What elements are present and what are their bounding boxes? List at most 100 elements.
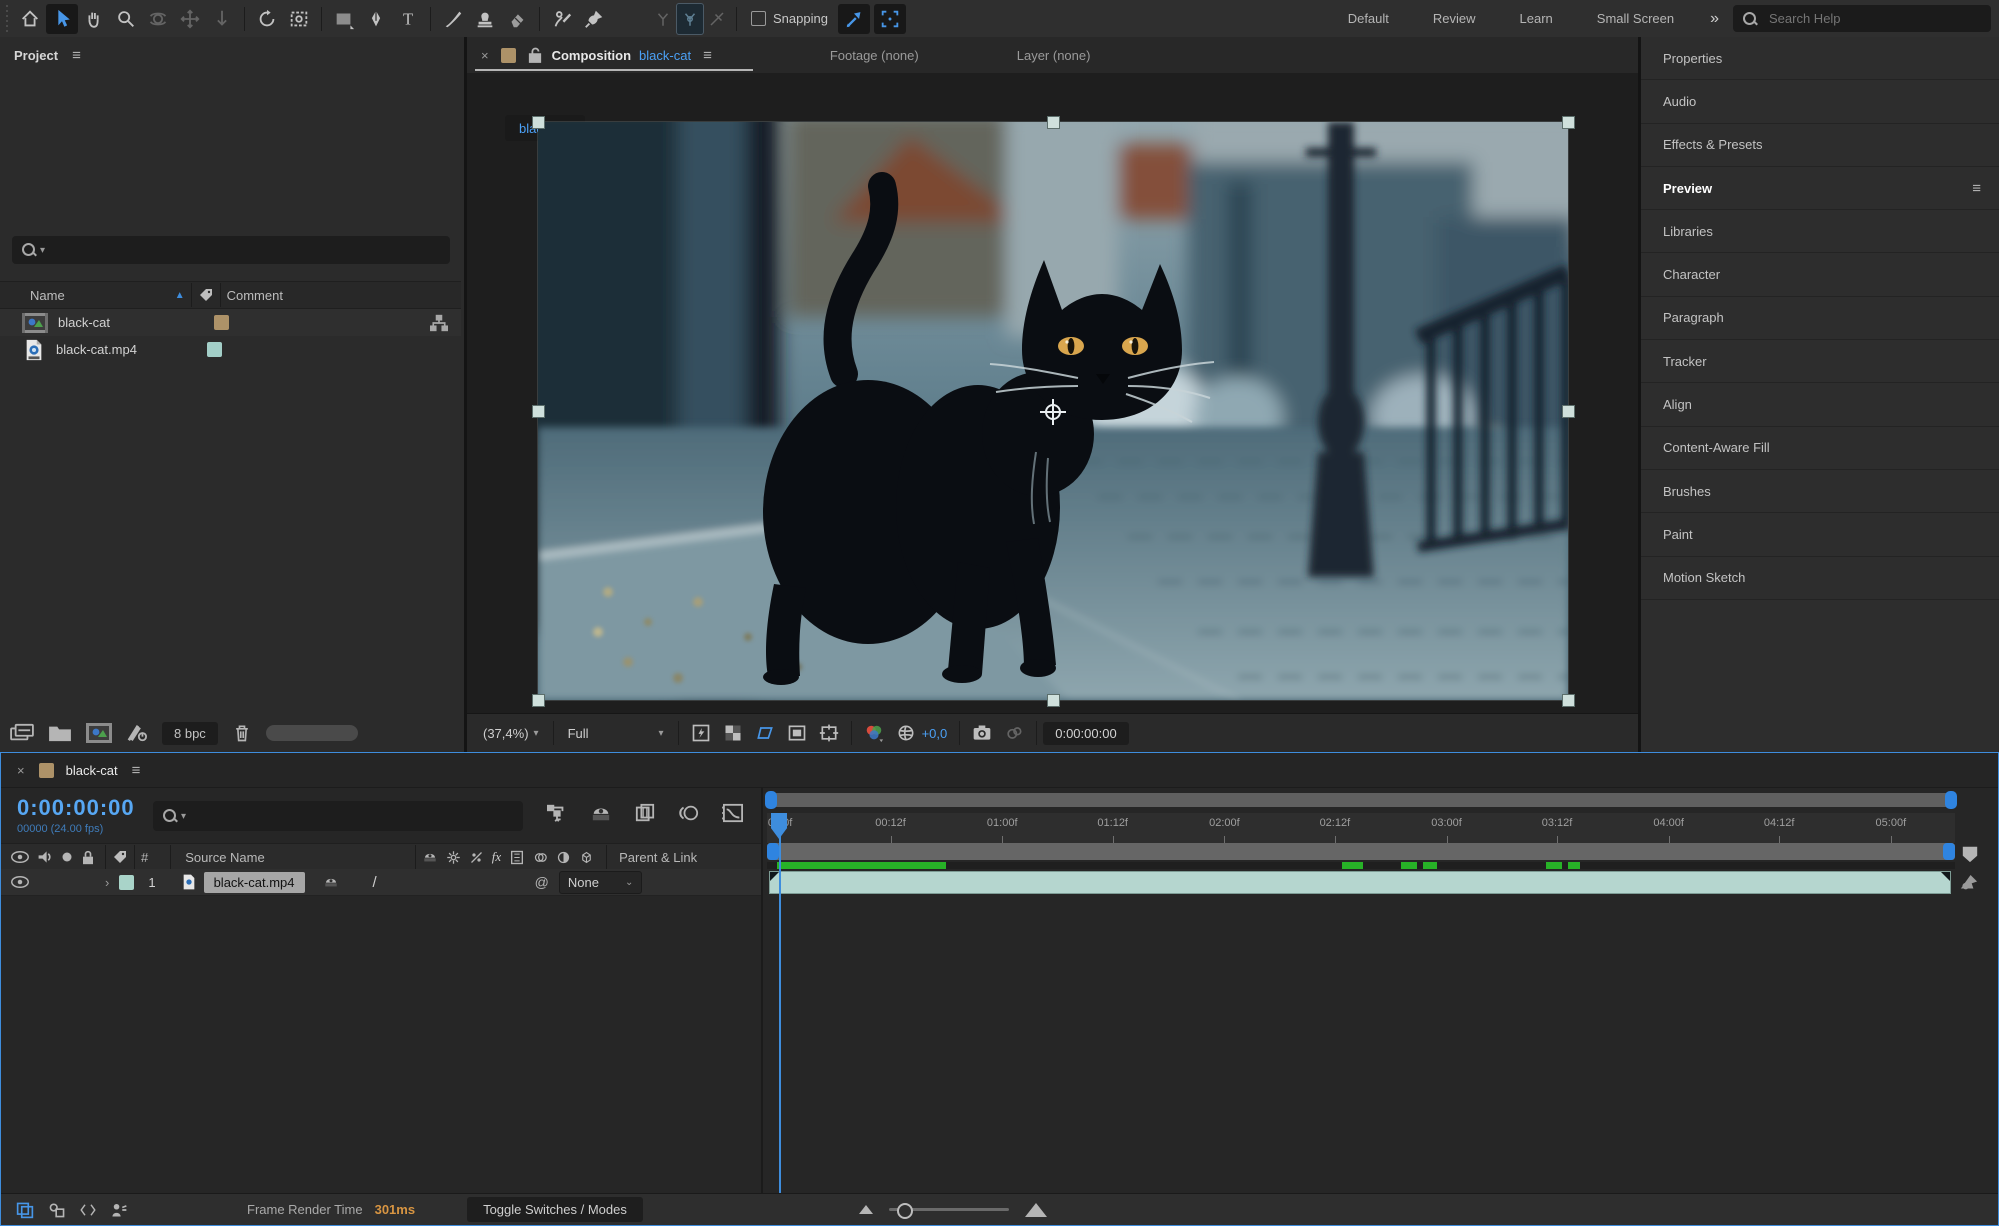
label-column-icon[interactable] bbox=[112, 849, 128, 865]
panel-tab-paragraph[interactable]: Paragraph bbox=[1641, 297, 1999, 340]
horizontal-scrollbar[interactable] bbox=[266, 725, 358, 741]
index-column[interactable]: # bbox=[141, 850, 148, 865]
panel-tab-paint[interactable]: Paint bbox=[1641, 513, 1999, 556]
camera-tool[interactable] bbox=[283, 4, 315, 34]
work-area-bar[interactable] bbox=[767, 843, 1955, 860]
home-button[interactable] bbox=[14, 4, 46, 34]
rectangle-tool[interactable] bbox=[328, 4, 360, 34]
toolbar-grip[interactable] bbox=[4, 5, 14, 33]
type-tool[interactable]: T bbox=[392, 4, 424, 34]
navigator-end-handle[interactable] bbox=[1945, 791, 1957, 809]
puppet-bend-option[interactable] bbox=[704, 4, 730, 34]
project-columns-header[interactable]: Name ▲ Comment bbox=[0, 281, 461, 309]
panel-tab-audio[interactable]: Audio bbox=[1641, 80, 1999, 123]
layer-expand-arrow[interactable]: › bbox=[105, 875, 109, 890]
show-snapshot-icon[interactable] bbox=[998, 718, 1030, 748]
rotation-tool[interactable] bbox=[251, 4, 283, 34]
close-tab-icon[interactable]: × bbox=[17, 763, 25, 778]
layer-row[interactable]: › 1 black-cat.mp4 / @ None⌄ bbox=[1, 869, 761, 896]
selection-handle[interactable] bbox=[1562, 694, 1575, 707]
playhead-line[interactable] bbox=[779, 813, 781, 1193]
panel-tab-motion-sketch[interactable]: Motion Sketch bbox=[1641, 557, 1999, 600]
selection-handle[interactable] bbox=[532, 116, 545, 129]
panel-tab-libraries[interactable]: Libraries bbox=[1641, 210, 1999, 253]
project-item-composition[interactable]: black-cat bbox=[0, 309, 461, 336]
parent-link-column[interactable]: Parent & Link bbox=[619, 850, 697, 865]
panel-tab-brushes[interactable]: Brushes bbox=[1641, 470, 1999, 513]
zoom-out-mountain-icon[interactable] bbox=[859, 1205, 873, 1214]
solo-column-icon[interactable] bbox=[61, 851, 73, 863]
unlock-icon[interactable] bbox=[528, 47, 542, 63]
fast-previews-icon[interactable] bbox=[685, 718, 717, 748]
current-timecode[interactable]: 0:00:00:00 bbox=[17, 795, 135, 821]
tab-footage[interactable]: Footage (none) bbox=[830, 48, 919, 63]
source-name-column[interactable]: Source Name bbox=[185, 850, 264, 865]
layer-name[interactable]: black-cat.mp4 bbox=[204, 872, 305, 893]
render-queue-icon[interactable] bbox=[109, 1201, 129, 1219]
layer-quality-switch[interactable]: / bbox=[373, 874, 377, 891]
preview-timecode[interactable]: 0:00:00:00 bbox=[1043, 722, 1128, 745]
work-area-start-handle[interactable] bbox=[767, 843, 779, 860]
graph-editor-icon[interactable] bbox=[722, 803, 744, 823]
panel-tab-effects-presets[interactable]: Effects & Presets bbox=[1641, 124, 1999, 167]
comp-marker-bin-icon[interactable] bbox=[1961, 845, 1979, 863]
composition-canvas[interactable] bbox=[538, 122, 1568, 700]
roto-brush-tool[interactable] bbox=[546, 4, 578, 34]
dolly-camera-tool[interactable] bbox=[206, 4, 238, 34]
timeline-tab-label[interactable]: black-cat bbox=[66, 763, 118, 778]
snapping-checkbox[interactable] bbox=[751, 11, 766, 26]
graph-toggle-icon[interactable] bbox=[47, 1201, 67, 1219]
selection-handle[interactable] bbox=[1047, 694, 1060, 707]
shy-toggle-icon[interactable] bbox=[590, 803, 612, 823]
clone-stamp-tool[interactable] bbox=[469, 4, 501, 34]
selection-handle[interactable] bbox=[532, 405, 545, 418]
zoom-slider-knob[interactable] bbox=[897, 1203, 913, 1219]
parent-pickwhip-icon[interactable]: @ bbox=[535, 874, 549, 890]
project-search[interactable]: ▾ bbox=[12, 236, 450, 264]
frame-blend-switch-icon[interactable] bbox=[469, 850, 484, 865]
selection-handle[interactable] bbox=[1562, 405, 1575, 418]
column-comment[interactable]: Comment bbox=[227, 288, 283, 303]
adjustment-layer-column-icon[interactable] bbox=[533, 850, 548, 865]
layer-shy-switch[interactable] bbox=[323, 875, 339, 889]
half-circle-column-icon[interactable] bbox=[556, 850, 571, 865]
viewer-stage[interactable]: black-cat bbox=[467, 73, 1638, 713]
transparency-grid-icon[interactable] bbox=[717, 718, 749, 748]
snap-options-button[interactable] bbox=[838, 4, 870, 34]
sort-ascending-icon[interactable]: ▲ bbox=[175, 290, 185, 301]
new-composition-icon[interactable] bbox=[86, 723, 112, 743]
time-navigator[interactable] bbox=[767, 793, 1955, 807]
pen-tool[interactable] bbox=[360, 4, 392, 34]
panel-tab-preview[interactable]: Preview≡ bbox=[1641, 167, 1999, 210]
motion-blur-icon[interactable] bbox=[678, 803, 700, 823]
bit-depth-button[interactable]: 8 bpc bbox=[162, 722, 218, 745]
snap-guides-button[interactable] bbox=[874, 4, 906, 34]
panel-tab-character[interactable]: Character bbox=[1641, 253, 1999, 296]
eraser-tool[interactable] bbox=[501, 4, 533, 34]
selection-tool[interactable] bbox=[46, 4, 78, 34]
parent-dropdown[interactable]: None⌄ bbox=[559, 871, 642, 894]
exposure-icon[interactable] bbox=[890, 718, 922, 748]
snapshot-icon[interactable] bbox=[966, 718, 998, 748]
panel-tab-tracker[interactable]: Tracker bbox=[1641, 340, 1999, 383]
comp-button-icon[interactable] bbox=[1959, 873, 1979, 891]
frame-blending-icon[interactable] bbox=[634, 803, 656, 823]
viewer-menu-icon[interactable]: ≡ bbox=[703, 47, 712, 64]
resolution-dropdown[interactable]: Full▾ bbox=[560, 726, 672, 741]
video-visibility-column-icon[interactable] bbox=[11, 850, 29, 864]
zoom-tool[interactable] bbox=[110, 4, 142, 34]
panel-tab-align[interactable]: Align bbox=[1641, 383, 1999, 426]
exposure-value[interactable]: +0,0 bbox=[922, 726, 948, 741]
snapping-toggle[interactable]: Snapping bbox=[751, 11, 828, 26]
panel-menu-icon[interactable]: ≡ bbox=[72, 47, 81, 64]
comp-label-swatch[interactable] bbox=[39, 763, 54, 778]
tab-layer[interactable]: Layer (none) bbox=[1017, 48, 1091, 63]
toggle-switches-modes-button[interactable]: Toggle Switches / Modes bbox=[467, 1197, 643, 1222]
label-color-swatch[interactable] bbox=[207, 342, 222, 357]
time-ruler[interactable]: 0:00f00:12f01:00f01:12f02:00f02:12f03:00… bbox=[767, 813, 1955, 844]
help-search-input[interactable] bbox=[1767, 10, 1981, 27]
magnification-dropdown[interactable]: (37,4%)▾ bbox=[475, 726, 547, 741]
panel-menu-icon[interactable]: ≡ bbox=[1972, 180, 1981, 197]
close-tab-icon[interactable]: × bbox=[481, 48, 489, 63]
help-search[interactable] bbox=[1733, 5, 1991, 32]
